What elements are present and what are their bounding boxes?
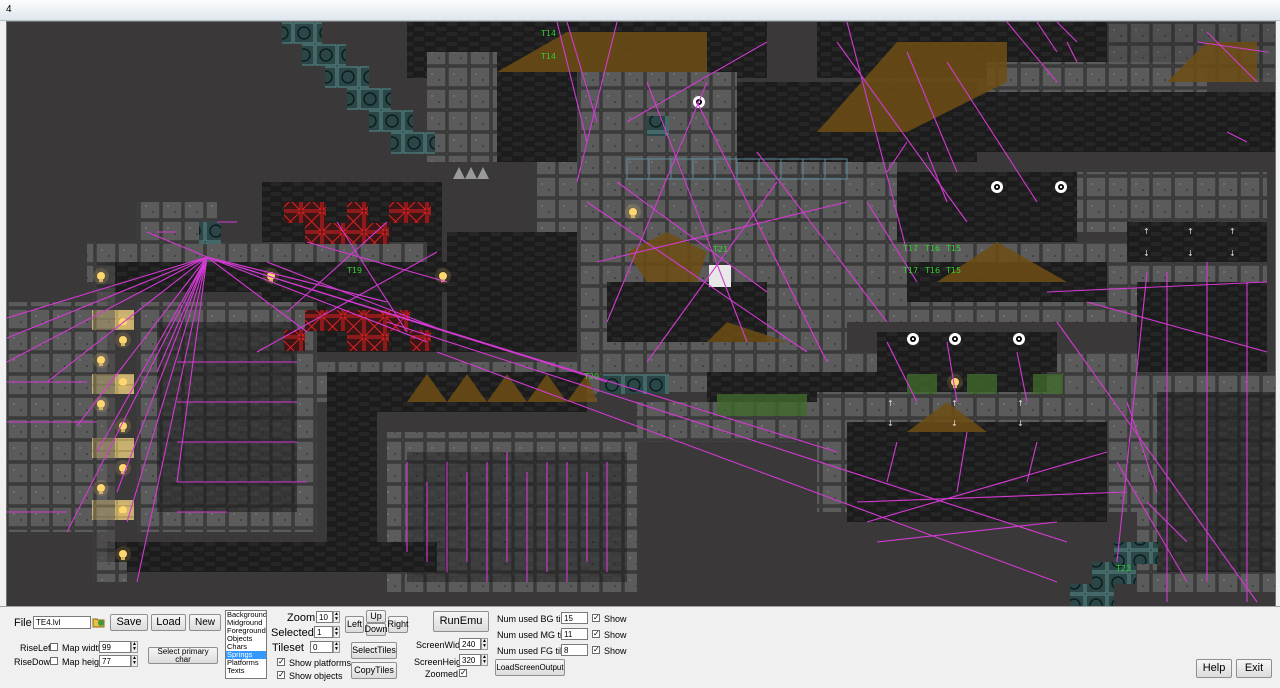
zoom-input[interactable] [316,611,333,623]
mg-show-checkbox[interactable]: ✓ [592,630,600,638]
tileset-spinner[interactable]: ▲ ▼ [333,641,340,653]
run-emu-button[interactable]: RunEmu [433,611,489,632]
svg-text:↑: ↑ [1187,227,1194,236]
tile-label: T21 [712,245,728,254]
new-button[interactable]: New [189,614,221,631]
svg-text:↓: ↓ [887,419,894,428]
tile-label: T17 [902,244,918,253]
tileset-input[interactable] [310,641,333,653]
tile-label: T14 [540,29,556,38]
svg-text:↓: ↓ [1017,419,1024,428]
zoom-spinner[interactable]: ▲ ▼ [333,611,340,623]
selected-input[interactable] [314,626,333,638]
bg-show-label: Show [604,614,627,624]
exit-button[interactable]: Exit [1236,659,1272,678]
svg-text:↓: ↓ [1187,249,1194,258]
svg-text:↑: ↑ [1229,227,1236,236]
screen-width-spinner[interactable]: ▲ ▼ [481,638,488,650]
fg-show-label: Show [604,646,627,656]
screen-height-spinner[interactable]: ▲ ▼ [481,654,488,666]
map-width-label: Map width [62,643,104,653]
map-height-spinner[interactable]: ▲ ▼ [131,655,138,667]
layer-item[interactable]: Texts [226,667,266,675]
window-title: 4 [6,4,12,15]
svg-text:↑: ↑ [887,399,894,408]
rise-down-checkbox[interactable] [50,657,58,665]
level-map-view[interactable]: ↑↓ ↑↓ ↑↓ ↑↓ ↑↓ ↑↓ T14 T14 T21 T17 T16 T1… [7,22,1275,606]
help-button[interactable]: Help [1196,659,1232,678]
load-button[interactable]: Load [151,614,186,631]
tile-label: T16 [924,266,940,275]
svg-text:↓: ↓ [1229,249,1236,258]
show-platforms-label: Show platforms [289,658,352,668]
screen-width-input[interactable] [459,638,481,650]
tile-label: T20 [583,372,599,381]
show-objects-checkbox[interactable]: ✓ [277,671,285,679]
screen-height-input[interactable] [459,654,481,666]
svg-text:↓: ↓ [1143,249,1150,258]
tile-label: T14 [540,52,556,61]
tile-label: T16 [924,244,940,253]
rise-down-label: RiseDown [14,657,56,667]
select-tiles-button[interactable]: SelectTiles [351,642,397,659]
map-width-spinner[interactable]: ▲ ▼ [131,641,138,653]
load-screen-output-button[interactable]: LoadScreenOutput [495,659,565,676]
mg-show-label: Show [604,630,627,640]
level-map-canvas[interactable]: ↑ ↓ ↑ ↓ ↑ ↓ ↑ ↓ ↑ ↓ ↑ ↓ T14 T14 T21 T17 … [6,21,1276,607]
file-label: File [14,617,32,629]
rise-left-label: RiseLeft [20,643,54,653]
show-objects-label: Show objects [289,671,343,681]
tile-label: T15 [945,266,961,275]
show-platforms-checkbox[interactable]: ✓ [277,658,285,666]
title-bar: 4 [0,0,1280,21]
tile-label: T19 [346,266,362,275]
fg-tiles-input[interactable] [561,644,588,656]
map-height-input[interactable] [99,655,131,667]
selected-label: Selected [271,627,314,639]
selected-spinner[interactable]: ▲ ▼ [333,626,340,638]
bg-show-checkbox[interactable]: ✓ [592,614,600,622]
fg-show-checkbox[interactable]: ✓ [592,646,600,654]
control-panel: File Save Load New RiseLeft RiseDown Map… [0,606,1280,688]
scroll-right-button[interactable]: Right [388,616,409,633]
rise-left-checkbox[interactable] [50,643,58,651]
scroll-up-button[interactable]: Up [366,610,386,623]
map-width-input[interactable] [99,641,131,653]
svg-text:↑: ↑ [1017,399,1024,408]
scroll-left-button[interactable]: Left [345,616,364,633]
tile-label: T17 [902,266,918,275]
save-button[interactable]: Save [110,614,148,631]
zoomed-label: Zoomed [425,669,459,679]
open-folder-icon[interactable] [92,615,106,629]
tileset-label: Tileset [272,642,304,654]
bg-tiles-input[interactable] [561,612,588,624]
svg-text:↓: ↓ [951,419,958,428]
select-primary-char-button[interactable]: Select primary char [148,647,218,664]
file-name-input[interactable] [33,616,91,629]
mg-tiles-input[interactable] [561,628,588,640]
svg-text:↑: ↑ [1143,227,1150,236]
zoomed-checkbox[interactable]: ✓ [459,669,467,677]
layer-list[interactable]: Background Midground Foreground Objects … [225,610,267,679]
copy-tiles-button[interactable]: CopyTiles [351,662,397,679]
scroll-down-button[interactable]: Down [365,623,388,636]
zoom-label: Zoom [287,612,316,624]
tile-label: T23 [1115,564,1131,573]
tile-label: T15 [945,244,961,253]
